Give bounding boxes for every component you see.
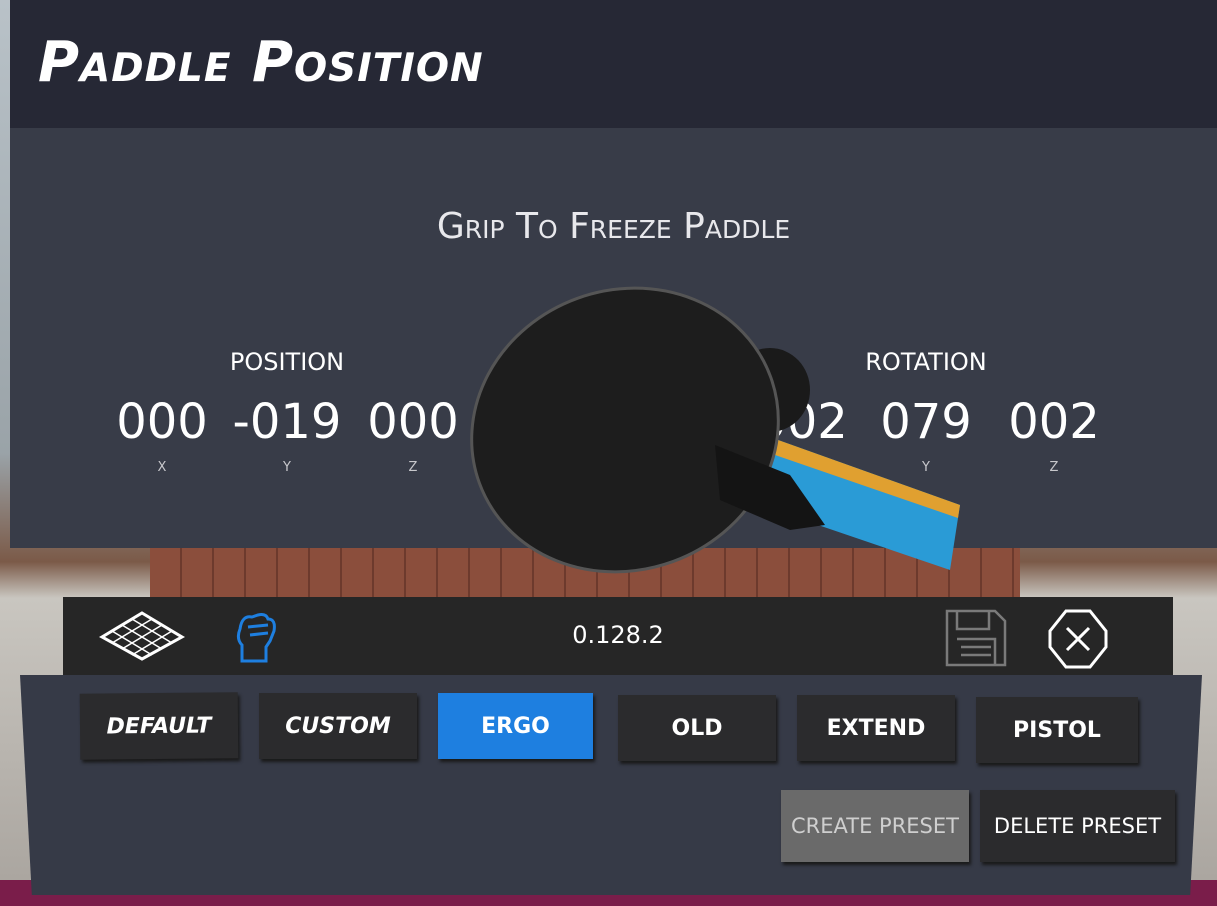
delete-preset-button[interactable]: DELETE PRESET: [980, 790, 1175, 862]
position-x-value: 000: [116, 394, 208, 450]
panel-header: Paddle Position: [10, 0, 1217, 128]
preset-extend-button[interactable]: EXTEND: [797, 695, 955, 761]
preset-pistol-button[interactable]: PISTOL: [976, 697, 1138, 763]
page-title: Paddle Position: [38, 30, 484, 95]
position-label: POSITION: [229, 348, 345, 376]
rotation-z-value: 002: [1008, 394, 1100, 450]
save-floppy-icon[interactable]: [943, 609, 1007, 667]
create-preset-button[interactable]: CREATE PRESET: [781, 790, 969, 862]
preset-custom-button[interactable]: CUSTOM: [259, 693, 417, 759]
position-z-value: 000: [367, 394, 459, 450]
grip-instruction: Grip To Freeze Paddle: [436, 206, 791, 247]
position-y-axis: Y: [283, 460, 291, 475]
preset-old-button[interactable]: OLD: [618, 695, 776, 761]
position-y-value: -019: [232, 394, 342, 450]
toolbar: 0.128.2: [63, 597, 1173, 675]
fist-grip-icon[interactable]: [228, 609, 284, 665]
position-z-axis: Z: [408, 460, 418, 475]
close-hexagon-icon[interactable]: [1048, 609, 1108, 669]
paddle-blade: [470, 286, 780, 574]
preset-default-button[interactable]: DEFAULT: [79, 692, 239, 760]
grid-terrain-icon[interactable]: [98, 609, 186, 663]
preset-ergo-button[interactable]: ERGO: [438, 693, 593, 759]
position-x-axis: X: [157, 460, 167, 475]
paddle-model: [470, 286, 960, 574]
rotation-z-axis: Z: [1049, 460, 1059, 475]
